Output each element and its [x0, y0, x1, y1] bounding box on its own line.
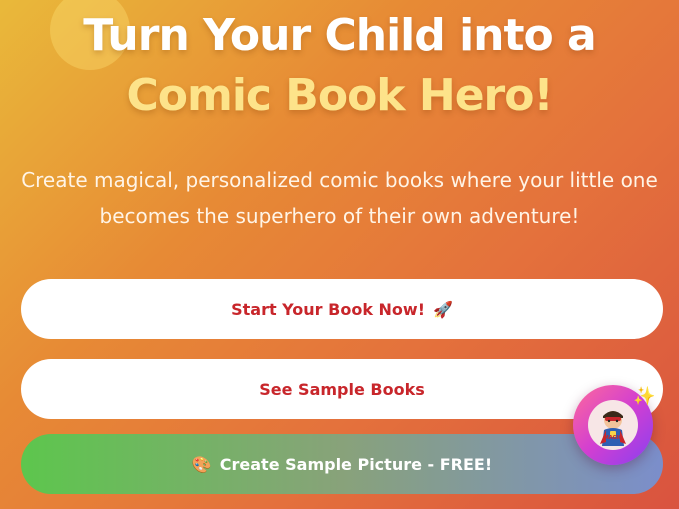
rocket-icon: 🚀	[432, 299, 453, 319]
see-sample-books-button[interactable]: See Sample Books	[21, 359, 663, 419]
hero-title-line1: Turn Your Child into a	[83, 10, 597, 61]
start-book-label: Start Your Book Now!	[231, 299, 425, 319]
create-sample-picture-button[interactable]: 🎨 Create Sample Picture - FREE!	[21, 434, 663, 494]
superhero-mascot-icon: MAGIC	[588, 400, 638, 450]
sparkle-icon: ✨	[633, 386, 656, 407]
hero-title-line2: Comic Book Hero!	[126, 70, 553, 121]
start-book-button[interactable]: Start Your Book Now! 🚀	[21, 279, 663, 339]
palette-icon: 🎨	[191, 454, 212, 474]
hero-subtitle: Create magical, personalized comic books…	[21, 168, 658, 228]
mascot-badge-text: MAGIC	[603, 435, 623, 441]
see-sample-books-label: See Sample Books	[259, 379, 425, 399]
create-sample-picture-label: Create Sample Picture - FREE!	[219, 454, 493, 474]
